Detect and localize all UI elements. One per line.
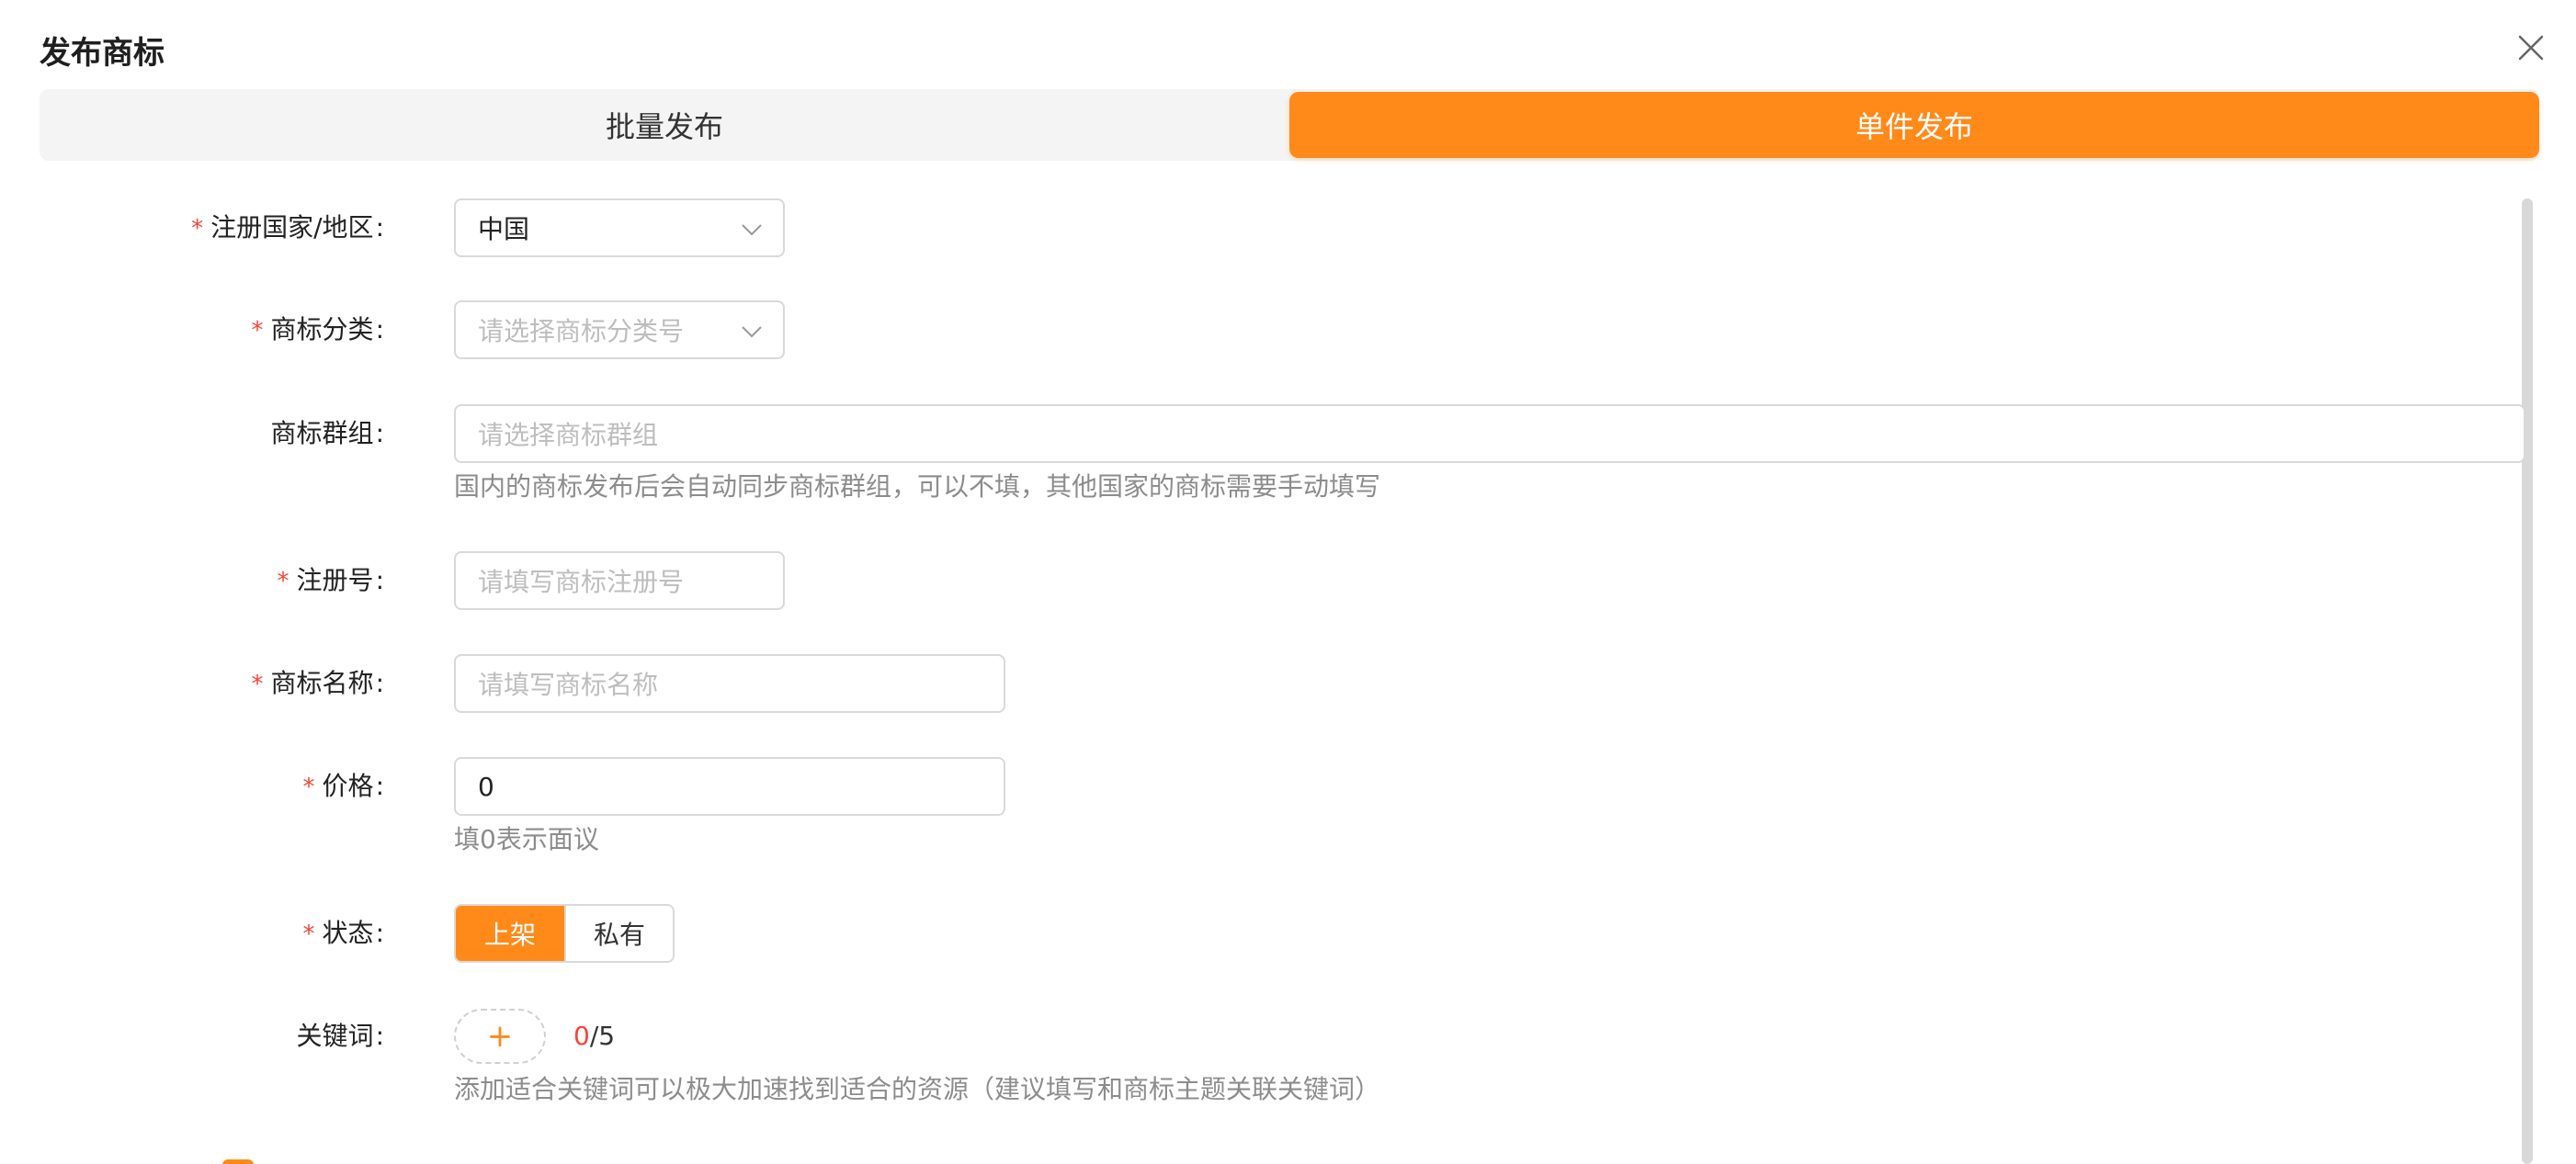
- price-input[interactable]: 0: [454, 757, 1005, 816]
- chevron-down-icon: [742, 326, 762, 338]
- reg-no-input[interactable]: 请填写商标注册号: [454, 551, 785, 610]
- group-hint: 国内的商标发布后会自动同步商标群组，可以不填，其他国家的商标需要手动填写: [454, 471, 1381, 502]
- group-placeholder: 请选择商标群组: [478, 420, 659, 450]
- keyword-counter: 0/5: [573, 1021, 616, 1051]
- price-label: * 价格:: [302, 771, 384, 801]
- tab-single-publish[interactable]: 单件发布: [1289, 92, 2539, 158]
- checkbox-checked-icon[interactable]: [222, 1159, 254, 1164]
- name-input[interactable]: 请填写商标名称: [454, 654, 1005, 713]
- category-label: * 商标分类:: [251, 314, 384, 345]
- keywords-label: 关键词:: [296, 1021, 384, 1051]
- close-icon: [2518, 35, 2544, 61]
- tab-batch-publish[interactable]: 批量发布: [40, 89, 1289, 161]
- required-mark: *: [251, 317, 264, 345]
- publish-mode-tabs: 批量发布 单件发布: [40, 89, 2539, 161]
- name-placeholder: 请填写商标名称: [478, 670, 659, 700]
- category-select[interactable]: 请选择商标分类号: [454, 300, 785, 359]
- status-option-private[interactable]: 私有: [564, 906, 673, 961]
- plus-icon: +: [486, 1018, 514, 1055]
- category-placeholder: 请选择商标分类号: [478, 316, 685, 346]
- status-option-listed[interactable]: 上架: [456, 906, 564, 961]
- required-mark: *: [277, 568, 289, 595]
- required-mark: *: [302, 774, 315, 801]
- keywords-hint: 添加适合关键词可以极大加速找到适合的资源（建议填写和商标主题关联关键词）: [454, 1074, 1381, 1104]
- price-value: 0: [478, 771, 494, 802]
- publish-trademark-dialog: 发布商标 批量发布 单件发布 * 注册国家/地区: 中国 * 商标分类: 请选择商标…: [0, 0, 2576, 1164]
- chevron-down-icon: [742, 224, 762, 236]
- country-value: 中国: [478, 214, 530, 244]
- close-button[interactable]: [2509, 26, 2553, 70]
- required-mark: *: [191, 215, 204, 243]
- add-keyword-button[interactable]: +: [454, 1009, 546, 1064]
- required-mark: *: [302, 921, 315, 948]
- group-select[interactable]: 请选择商标群组: [454, 404, 2525, 463]
- required-mark: *: [251, 671, 264, 698]
- status-segmented: 上架 私有: [454, 904, 675, 963]
- country-label: * 注册国家/地区:: [191, 212, 384, 243]
- reg-no-placeholder: 请填写商标注册号: [478, 567, 685, 597]
- dialog-title: 发布商标: [40, 35, 165, 72]
- status-label: * 状态:: [302, 918, 384, 948]
- name-label: * 商标名称:: [251, 668, 384, 698]
- group-label: 商标群组:: [270, 418, 384, 448]
- country-select[interactable]: 中国: [454, 198, 785, 257]
- reg-no-label: * 注册号:: [277, 565, 384, 595]
- scrollbar[interactable]: [2522, 198, 2533, 1164]
- price-hint: 填0表示面议: [454, 824, 599, 854]
